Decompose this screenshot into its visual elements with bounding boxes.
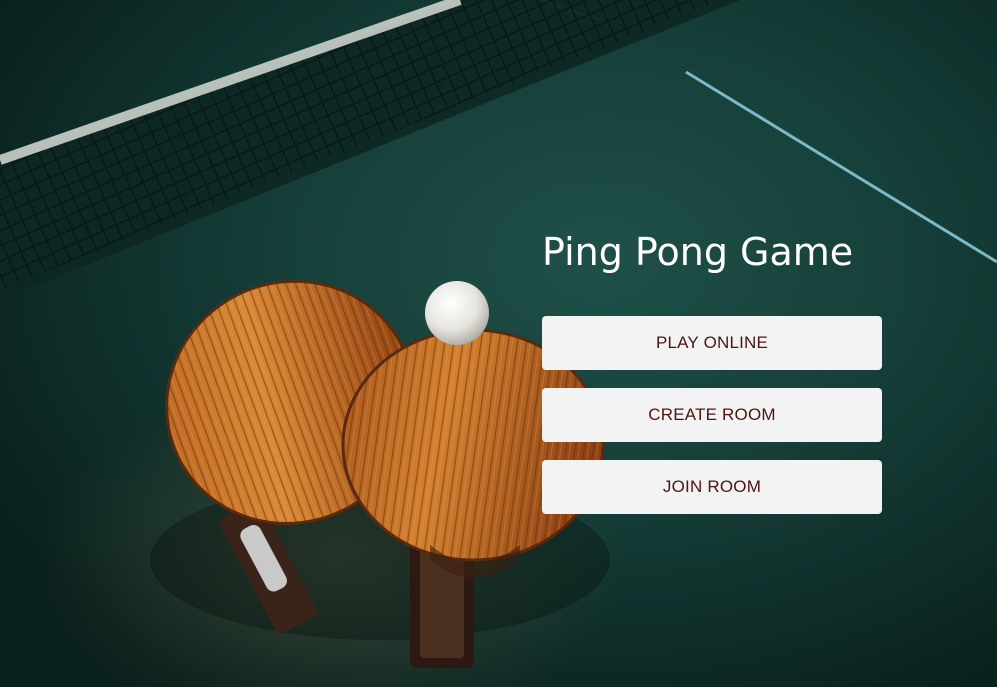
join-room-button[interactable]: JOIN ROOM [542,460,882,514]
main-menu: Ping Pong Game PLAY ONLINE CREATE ROOM J… [542,226,882,532]
create-room-button[interactable]: CREATE ROOM [542,388,882,442]
ping-pong-ball [425,281,489,345]
game-screen: Ping Pong Game PLAY ONLINE CREATE ROOM J… [0,0,997,687]
page-title: Ping Pong Game [542,230,854,274]
play-online-button[interactable]: PLAY ONLINE [542,316,882,370]
